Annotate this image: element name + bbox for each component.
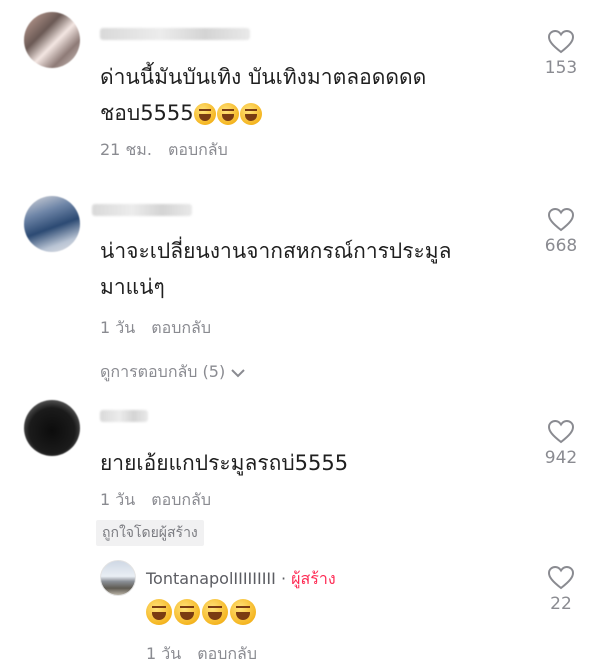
- creator-label: ผู้สร้าง: [291, 569, 336, 588]
- reply-username[interactable]: TontanapolIIIIIIIII: [146, 569, 276, 588]
- reply-meta: 1 วัน ตอบกลับ: [146, 642, 257, 667]
- comment-time: 1 วัน: [100, 490, 136, 509]
- reply-button[interactable]: ตอบกลับ: [151, 318, 211, 337]
- comment-meta: 21 ชม. ตอบกลับ: [100, 138, 228, 163]
- grinning-face-emoji: [193, 103, 216, 125]
- like-count: 22: [550, 594, 572, 614]
- like-count: 942: [544, 448, 578, 468]
- heart-outline-icon[interactable]: [548, 30, 574, 54]
- comment-text: น่าจะเปลี่ยนงานจากสหกรณ์การประมูล: [100, 232, 452, 270]
- comment-text-line2: มาแน่ๆ: [100, 275, 165, 299]
- comment-text: ด่านนี้มันบันเทิง บันเทิงมาตลอดดดด: [100, 58, 426, 96]
- comment-text-line2: ชอบ5555: [100, 101, 194, 125]
- like-count: 153: [544, 58, 578, 78]
- comment-meta: 1 วัน ตอบกลับ: [100, 316, 211, 341]
- view-replies-button[interactable]: ดูการตอบกลับ (5): [100, 360, 246, 385]
- avatar[interactable]: [24, 12, 80, 68]
- avatar[interactable]: [24, 196, 80, 252]
- grinning-face-emoji: [216, 103, 239, 125]
- grinning-face-emoji: [202, 599, 228, 625]
- like-control[interactable]: 668: [531, 208, 591, 256]
- reply-emojis: [146, 592, 258, 630]
- like-control[interactable]: 22: [531, 566, 591, 614]
- heart-outline-icon[interactable]: [548, 208, 574, 232]
- comment-time: 1 วัน: [100, 318, 136, 337]
- grinning-face-emoji: [146, 599, 172, 625]
- like-control[interactable]: 942: [531, 420, 591, 468]
- comment-meta: 1 วัน ตอบกลับ: [100, 488, 211, 513]
- reply-time: 1 วัน: [146, 644, 182, 663]
- comment-text: ชอบ5555: [100, 94, 263, 132]
- username-blurred[interactable]: [100, 28, 250, 40]
- grinning-face-emoji: [230, 599, 256, 625]
- avatar[interactable]: [100, 560, 136, 596]
- comment-text: ยายเอ้ยแกประมูลรถบ่5555: [100, 444, 348, 482]
- comment-text-line1: ด่านนี้มันบันเทิง บันเทิงมาตลอดดดด: [100, 65, 427, 89]
- reply-username-row: TontanapolIIIIIIIII · ผู้สร้าง: [146, 567, 336, 592]
- chevron-down-icon: [231, 368, 246, 377]
- comment-text-line1: ยายเอ้ยแกประมูลรถบ่5555: [100, 451, 349, 475]
- liked-by-creator-badge: ถูกใจโดยผู้สร้าง: [96, 520, 204, 546]
- username-blurred[interactable]: [100, 410, 148, 422]
- avatar[interactable]: [24, 400, 80, 456]
- reply-button[interactable]: ตอบกลับ: [151, 490, 211, 509]
- reply-button[interactable]: ตอบกลับ: [168, 140, 228, 159]
- heart-outline-icon[interactable]: [548, 566, 574, 590]
- username-blurred[interactable]: [92, 204, 192, 216]
- reply-button[interactable]: ตอบกลับ: [197, 644, 257, 663]
- grinning-face-emoji: [239, 103, 262, 125]
- view-replies-label: ดูการตอบกลับ (5): [100, 362, 226, 381]
- like-count: 668: [544, 236, 578, 256]
- comment-text-line1: น่าจะเปลี่ยนงานจากสหกรณ์การประมูล: [100, 239, 452, 263]
- like-control[interactable]: 153: [531, 30, 591, 78]
- separator-dot: ·: [280, 569, 287, 588]
- comment-time: 21 ชม.: [100, 140, 152, 159]
- comment-text: มาแน่ๆ: [100, 268, 165, 306]
- grinning-face-emoji: [174, 599, 200, 625]
- heart-outline-icon[interactable]: [548, 420, 574, 444]
